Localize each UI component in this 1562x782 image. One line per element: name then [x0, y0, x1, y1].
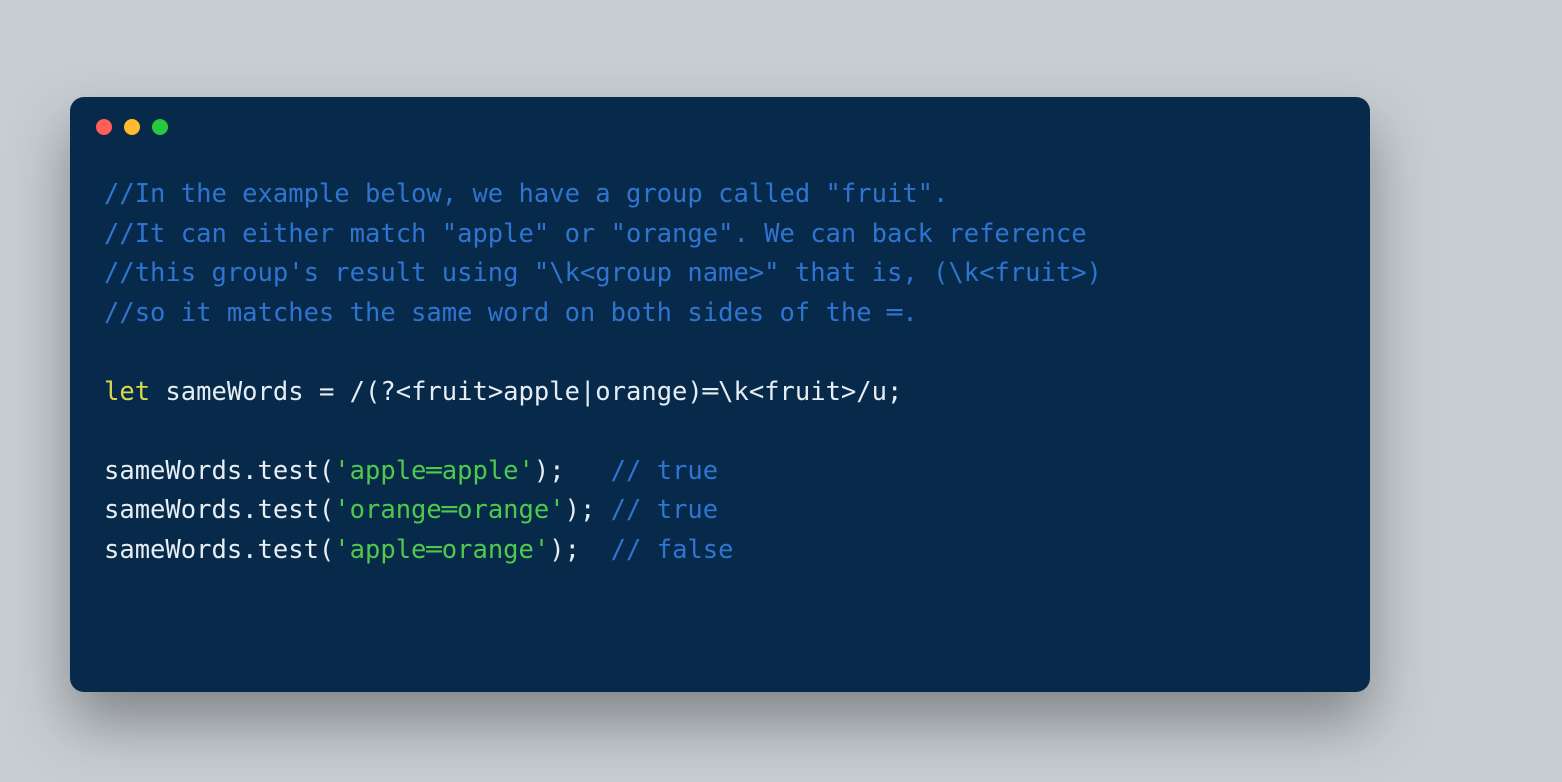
minimize-icon[interactable]: [124, 119, 140, 135]
code-comment: //In the example below, we have a group …: [104, 179, 948, 209]
call-close: );: [534, 456, 565, 486]
call-expr: sameWords.test(: [104, 535, 334, 565]
pad: [595, 495, 610, 525]
pad: [580, 535, 611, 565]
code-comment: //this group's result using "\k<group na…: [104, 258, 1102, 288]
pad: [565, 456, 611, 486]
string-literal: 'apple═orange': [334, 535, 549, 565]
call-expr: sameWords.test(: [104, 495, 334, 525]
code-comment: // false: [611, 535, 734, 565]
string-literal: 'orange═orange': [334, 495, 564, 525]
code-card: //In the example below, we have a group …: [70, 97, 1370, 692]
var-name: sameWords: [150, 377, 319, 407]
code-comment: // true: [611, 456, 718, 486]
code-block: //In the example below, we have a group …: [70, 135, 1370, 570]
call-close: );: [565, 495, 596, 525]
window-titlebar: [70, 97, 1370, 135]
regex-literal: = /(?<fruit>apple|orange)═\k<fruit>/u;: [319, 377, 902, 407]
call-close: );: [549, 535, 580, 565]
code-comment: //It can either match "apple" or "orange…: [104, 219, 1087, 249]
close-icon[interactable]: [96, 119, 112, 135]
code-comment: // true: [611, 495, 718, 525]
zoom-icon[interactable]: [152, 119, 168, 135]
keyword-let: let: [104, 377, 150, 407]
code-comment: //so it matches the same word on both si…: [104, 298, 918, 328]
call-expr: sameWords.test(: [104, 456, 334, 486]
string-literal: 'apple═apple': [334, 456, 534, 486]
